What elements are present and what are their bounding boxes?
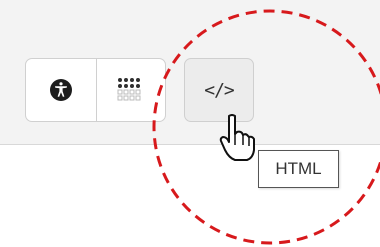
blocks-button[interactable] — [95, 59, 166, 121]
accessibility-button[interactable] — [26, 59, 96, 121]
html-button[interactable]: </> — [184, 58, 254, 122]
editor-toolbar-screenshot: </> HTML — [0, 0, 380, 247]
hand-pointer-icon — [219, 114, 255, 161]
html-tooltip: HTML — [258, 150, 339, 188]
accessibility-icon — [49, 79, 72, 101]
toolbar-button-group — [25, 58, 166, 122]
code-icon: </> — [204, 79, 234, 101]
blocks-grid-icon — [117, 78, 141, 101]
